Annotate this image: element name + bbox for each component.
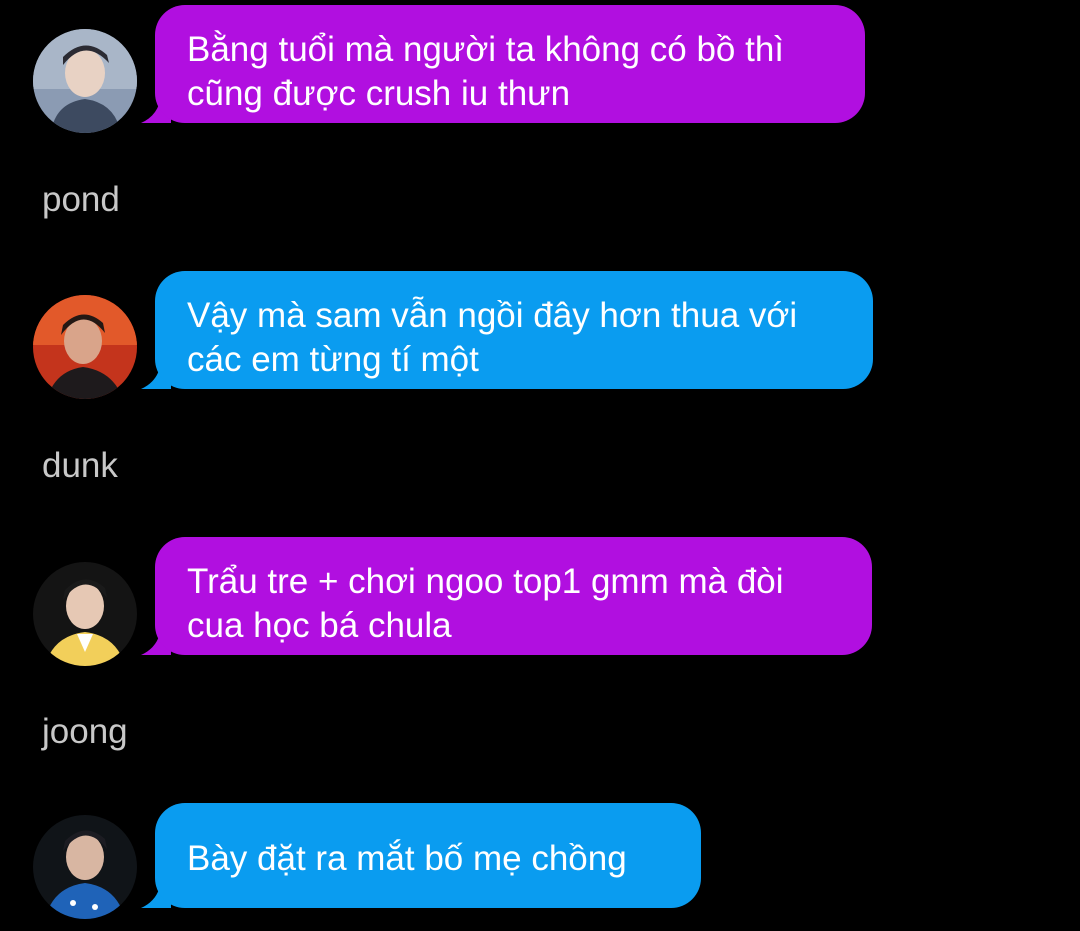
sender-name: pond — [42, 180, 120, 219]
avatar[interactable] — [33, 295, 137, 399]
avatar[interactable] — [33, 815, 137, 919]
message-text-line: cua học bá chula — [187, 606, 452, 645]
message-text-line: Trẩu tre + chơi ngoo top1 gmm mà đòi — [187, 562, 784, 601]
message-bubble[interactable]: Bằng tuổi mà người ta không có bồ thì cũ… — [155, 5, 865, 123]
profile-photo-icon — [33, 815, 137, 919]
sender-name: joong — [42, 712, 128, 751]
profile-photo-icon — [33, 562, 137, 666]
message-bubble[interactable]: Bày đặt ra mắt bố mẹ chồng — [155, 803, 701, 908]
message-text-line: các em từng tí một — [187, 340, 479, 379]
avatar[interactable] — [33, 29, 137, 133]
message-bubble[interactable]: Trẩu tre + chơi ngoo top1 gmm mà đòi cua… — [155, 537, 872, 655]
message-text-line: Bằng tuổi mà người ta không có bồ thì — [187, 30, 785, 69]
avatar[interactable] — [33, 562, 137, 666]
sender-name: dunk — [42, 446, 118, 485]
profile-photo-icon — [33, 295, 137, 399]
message-bubble[interactable]: Vậy mà sam vẫn ngồi đây hơn thua với các… — [155, 271, 873, 389]
message-text-line: Vậy mà sam vẫn ngồi đây hơn thua với — [187, 296, 798, 335]
message-text-line: Bày đặt ra mắt bố mẹ chồng — [187, 839, 627, 878]
profile-photo-icon — [33, 29, 137, 133]
message-text-line: cũng được crush iu thưn — [187, 74, 571, 113]
